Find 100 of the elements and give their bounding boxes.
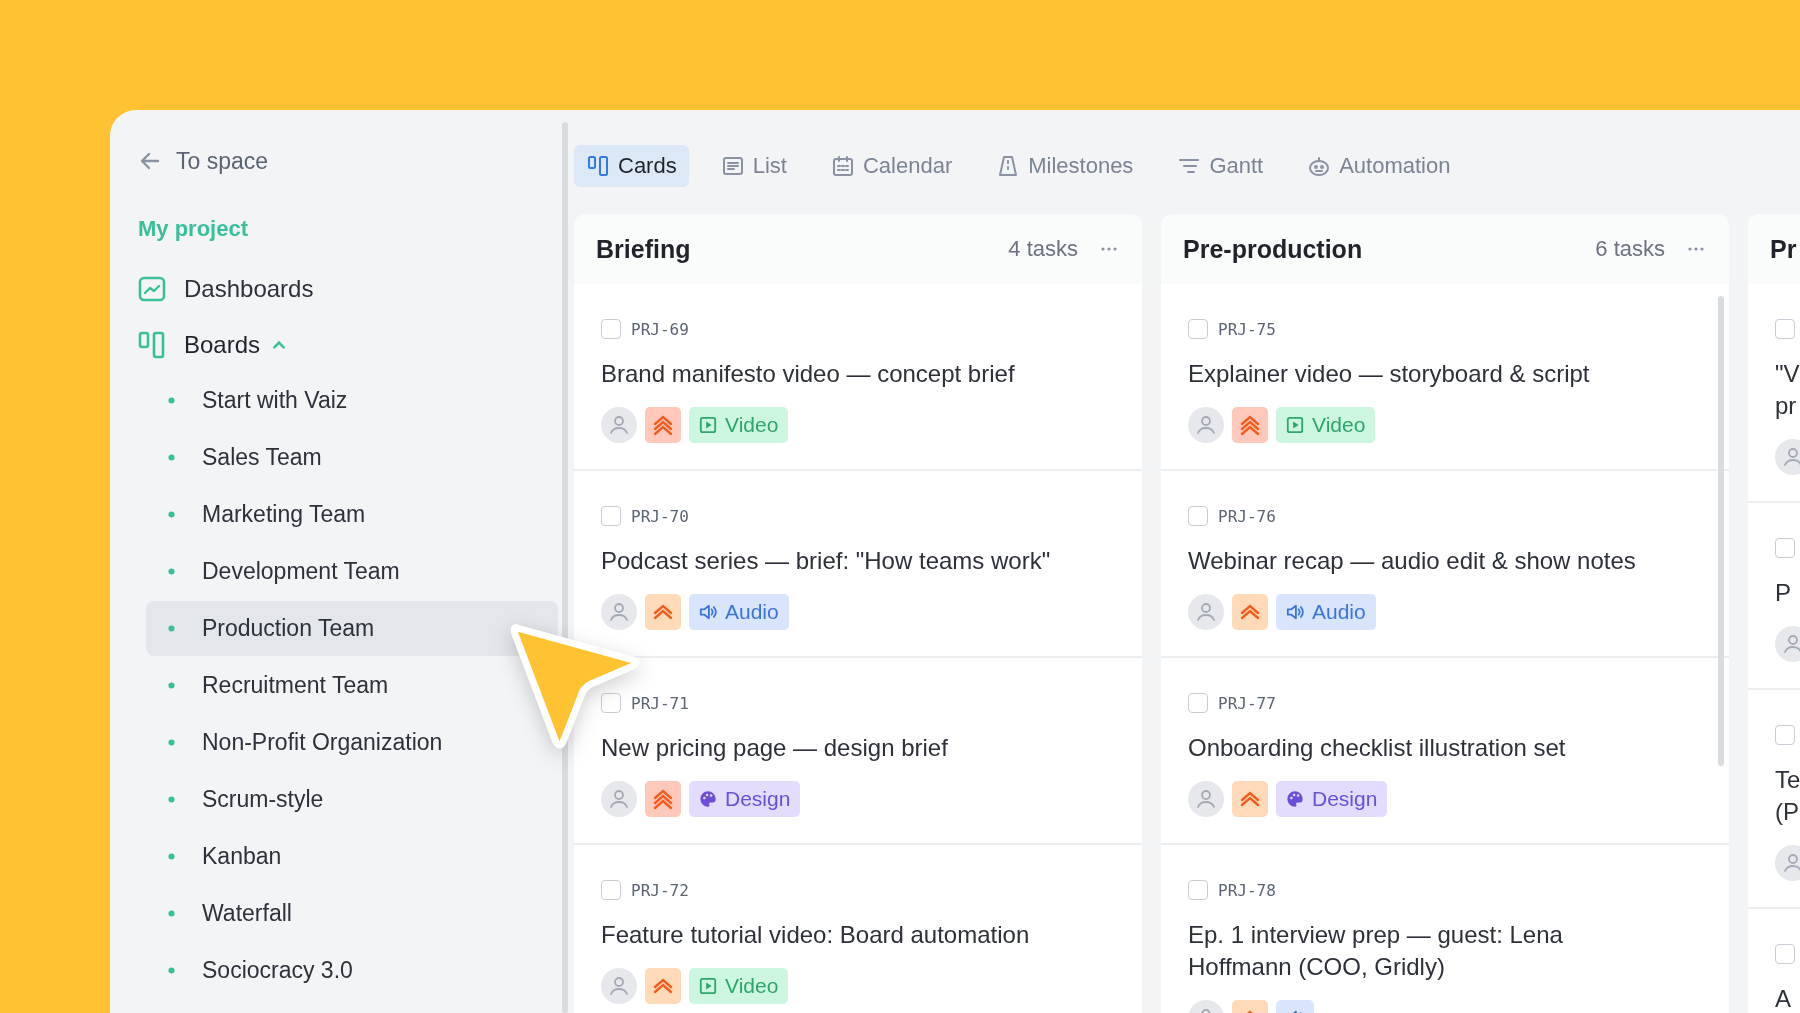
speaker-icon	[699, 603, 717, 621]
calendar-icon	[830, 154, 855, 178]
board-item[interactable]: Start with Vaiz	[146, 373, 558, 428]
priority-icon[interactable]	[1232, 781, 1268, 817]
task-title: Explainer video — storyboard & script	[1188, 359, 1591, 389]
task-title: Podcast series — brief: "How teams work"	[601, 546, 1052, 576]
bullet-icon	[168, 796, 175, 803]
avatar-icon[interactable]	[601, 781, 637, 817]
nav-item[interactable]: Dashboards	[138, 261, 560, 317]
avatar-icon[interactable]	[601, 594, 637, 630]
board-item[interactable]: Marketing Team	[146, 487, 558, 542]
avatar-icon[interactable]	[1188, 594, 1224, 630]
task-id: PRJ-70	[631, 506, 689, 526]
task-card[interactable]: PRJ-70 Podcast series — brief: "How teams work" Audio	[574, 471, 1142, 658]
scrollbar[interactable]	[1718, 296, 1724, 766]
task-card[interactable]: PRJ-78 Ep. 1 interview prep — guest: Lena Hoffmann (COO, Gridly)	[1161, 845, 1729, 1013]
checkbox[interactable]	[1775, 944, 1795, 964]
view-tab[interactable]: Cards	[574, 145, 689, 187]
column-title: Pr	[1770, 234, 1798, 264]
tag[interactable]: Audio	[689, 594, 789, 630]
task-title: Ep. 1 interview prep — guest: Lena Hoffmann (COO, Gridly)	[1188, 920, 1564, 982]
task-title: P	[1775, 578, 1791, 608]
task-card[interactable]: PRJ-72 Feature tutorial video: Board automation Video	[574, 845, 1142, 1013]
checkbox[interactable]	[1775, 538, 1795, 558]
back-link[interactable]: To space	[138, 140, 560, 182]
bullet-icon	[168, 967, 175, 974]
task-id: PRJ-76	[1218, 506, 1276, 526]
task-title: Feature tutorial video: Board automation	[601, 920, 1031, 950]
tag[interactable]: Design	[689, 781, 801, 817]
task-card[interactable]: PRJ-69 Brand manifesto video — concept brief Video	[574, 284, 1142, 471]
board-item[interactable]: Sales Team	[146, 430, 558, 485]
task-card[interactable]: A	[1748, 909, 1800, 1013]
board-item[interactable]: Production Team	[146, 601, 558, 656]
play-icon	[1286, 416, 1304, 434]
avatar-icon[interactable]	[1188, 781, 1224, 817]
list-icon	[720, 154, 745, 178]
board-item[interactable]: Waterfall	[146, 886, 558, 941]
board-item[interactable]: Development Team	[146, 544, 558, 599]
task-title: Brand manifesto video — concept brief	[601, 359, 1016, 389]
column-title: Pre-production	[1183, 234, 1364, 264]
avatar-icon[interactable]	[601, 407, 637, 443]
checkbox[interactable]	[601, 506, 621, 526]
priority-icon[interactable]	[1232, 407, 1268, 443]
task-card[interactable]: PRJ-75 Explainer video — storyboard & script Video	[1161, 284, 1729, 471]
task-card[interactable]: PRJ-77 Onboarding checklist illustration set Design	[1161, 658, 1729, 845]
task-count: 4 tasks	[1008, 236, 1078, 262]
task-title: Te	[1775, 765, 1800, 795]
priority-icon[interactable]	[1232, 594, 1268, 630]
task-title: "V	[1775, 359, 1800, 389]
board-item[interactable]: Kanban	[146, 829, 558, 884]
project-title: My project	[138, 216, 250, 242]
bullet-icon	[168, 682, 175, 689]
task-id: PRJ-71	[631, 693, 689, 713]
play-icon	[699, 977, 717, 995]
checkbox[interactable]	[601, 319, 621, 339]
more-icon[interactable]	[1100, 246, 1118, 252]
avatar-icon[interactable]	[601, 968, 637, 1004]
board-item[interactable]: Sociocracy 3.0	[146, 943, 558, 998]
task-id: PRJ-75	[1218, 319, 1276, 339]
priority-icon[interactable]	[645, 781, 681, 817]
columns-icon	[586, 154, 610, 178]
board-item[interactable]: Scrum-style	[146, 772, 558, 827]
checkbox[interactable]	[1775, 319, 1795, 339]
checkbox[interactable]	[601, 693, 621, 713]
priority-icon[interactable]	[645, 968, 681, 1004]
play-icon	[699, 416, 717, 434]
checkbox[interactable]	[1188, 506, 1208, 526]
chart-icon	[138, 275, 166, 303]
checkbox[interactable]	[1188, 880, 1208, 900]
bullet-icon	[168, 739, 175, 746]
more-icon[interactable]	[1687, 246, 1705, 252]
task-card[interactable]: Te (P	[1748, 690, 1800, 909]
task-id: PRJ-72	[631, 880, 689, 900]
checkbox[interactable]	[1188, 319, 1208, 339]
nav-item[interactable]: Boards	[138, 317, 560, 373]
bullet-icon	[168, 910, 175, 917]
checkbox[interactable]	[1775, 725, 1795, 745]
priority-icon[interactable]	[645, 594, 681, 630]
task-title: New pricing page — design brief	[601, 733, 949, 763]
bullet-icon	[168, 853, 175, 860]
tag[interactable]: Audio	[1276, 594, 1376, 630]
tag[interactable]: Design	[1276, 781, 1388, 817]
bullet-icon	[168, 454, 175, 461]
column-title: Briefing	[596, 234, 692, 264]
bullet-icon	[168, 511, 175, 518]
task-title: A	[1775, 984, 1791, 1013]
caret-icon[interactable]	[272, 338, 287, 352]
task-title: pr	[1775, 391, 1797, 421]
task-title: Onboarding checklist illustration set	[1188, 733, 1567, 763]
checkbox[interactable]	[1188, 693, 1208, 713]
task-card[interactable]: PRJ-76 Webinar recap — audio edit & show notes Audio	[1161, 471, 1729, 658]
task-card[interactable]: P	[1748, 503, 1800, 690]
task-card[interactable]: "V pr	[1748, 284, 1800, 503]
task-id: PRJ-69	[631, 319, 689, 339]
avatar-icon[interactable]	[1188, 407, 1224, 443]
bullet-icon	[168, 568, 175, 575]
task-id: PRJ-78	[1218, 880, 1276, 900]
checkbox[interactable]	[601, 880, 621, 900]
priority-icon[interactable]	[645, 407, 681, 443]
robot-icon	[1307, 154, 1332, 178]
